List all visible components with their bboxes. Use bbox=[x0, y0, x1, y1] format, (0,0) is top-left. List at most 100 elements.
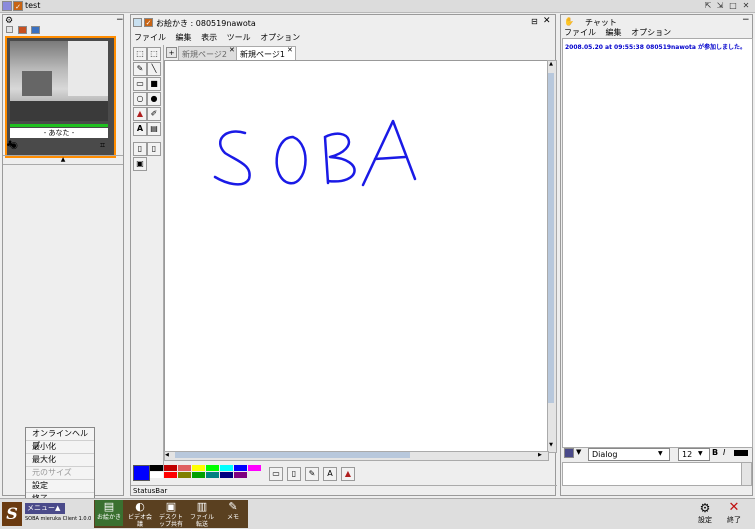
dropdown-arrow-icon[interactable]: ▼ bbox=[576, 448, 581, 456]
chat-menu-file[interactable]: ファイル bbox=[564, 28, 596, 37]
user-label: - あなた - bbox=[10, 128, 108, 138]
lasso-icon[interactable]: ⬚ bbox=[147, 47, 161, 61]
palette-color-swatch[interactable] bbox=[234, 472, 247, 478]
brush-icon[interactable]: ✎ bbox=[305, 467, 319, 481]
monitor-icon[interactable] bbox=[31, 26, 40, 34]
tab-page1[interactable]: 新規ページ1 ✕ bbox=[236, 46, 296, 61]
text-tool-icon[interactable]: A bbox=[133, 122, 147, 136]
gear-icon[interactable]: ⚙ bbox=[5, 16, 13, 26]
eyedropper-icon[interactable]: ✐ bbox=[147, 107, 161, 121]
checkbox-icon: ✓ bbox=[144, 18, 153, 27]
stroke-o bbox=[275, 135, 307, 185]
palette-color-swatch[interactable] bbox=[206, 472, 219, 478]
page-icon[interactable]: ▯ bbox=[287, 467, 301, 481]
palette-color-swatch[interactable] bbox=[220, 472, 233, 478]
tab-close-icon[interactable]: ✕ bbox=[229, 46, 235, 54]
tab-close-icon[interactable]: ✕ bbox=[287, 46, 293, 54]
palette-color-swatch[interactable] bbox=[150, 465, 163, 471]
palette-color-swatch[interactable] bbox=[164, 472, 177, 478]
pin-icon[interactable]: + bbox=[166, 47, 177, 58]
select-rect-icon[interactable]: ⬚ bbox=[133, 47, 147, 61]
grid-icon[interactable] bbox=[6, 26, 13, 33]
menu-file[interactable]: ファイル bbox=[134, 33, 166, 42]
close-button[interactable]: ✕ bbox=[741, 1, 751, 11]
app-file-transfer[interactable]: ▥ ファイル転送 bbox=[188, 500, 216, 528]
app-memo[interactable]: ✎ メモ bbox=[219, 500, 247, 526]
restore-up-button[interactable]: ⇲ bbox=[715, 1, 725, 11]
horizontal-scrollbar[interactable]: ◀ ▶ bbox=[164, 451, 549, 461]
menu-edit[interactable]: 編集 bbox=[176, 33, 192, 42]
palette-color-swatch[interactable] bbox=[206, 465, 219, 471]
menu-minimize[interactable]: 最小化 bbox=[26, 441, 94, 454]
settings-button[interactable]: ⚙ 設定 bbox=[693, 501, 717, 527]
rectangle-icon[interactable]: ▭ bbox=[133, 77, 147, 91]
soba-logo-icon[interactable]: S bbox=[2, 502, 22, 526]
scroll-left-icon[interactable]: ◀ bbox=[165, 452, 173, 458]
chat-icon: ✋ bbox=[564, 17, 574, 26]
close-icon[interactable]: ✕ bbox=[543, 16, 551, 26]
camera-icon[interactable] bbox=[18, 26, 27, 34]
menu-maximize[interactable]: 最大化 bbox=[26, 454, 94, 467]
chat-menu-options[interactable]: オプション bbox=[631, 28, 671, 37]
color-picker-icon[interactable] bbox=[564, 448, 574, 458]
palette-color-swatch[interactable] bbox=[164, 465, 177, 471]
app-desktop-share[interactable]: ▣ デスクトップ共有 bbox=[157, 500, 185, 528]
vertical-scroll-thumb[interactable] bbox=[548, 73, 554, 403]
palette-color-swatch[interactable] bbox=[234, 465, 247, 471]
chat-input[interactable] bbox=[562, 462, 742, 486]
font-size-select[interactable]: 12 ▼ bbox=[678, 448, 710, 461]
horizontal-scroll-thumb[interactable] bbox=[175, 452, 410, 458]
palette-color-swatch[interactable] bbox=[150, 472, 163, 478]
exit-button[interactable]: ✕ 終了 bbox=[722, 501, 746, 527]
desktop-app-icon: ▣ bbox=[165, 500, 177, 513]
ellipse-icon[interactable]: ○ bbox=[133, 92, 147, 106]
screenshot-icon[interactable]: ▣ bbox=[133, 157, 147, 171]
restore-down-button[interactable]: ⇱ bbox=[703, 1, 713, 11]
expand-icon[interactable]: ⌗ bbox=[100, 141, 105, 151]
app-video[interactable]: ◐ ビデオ会議 bbox=[126, 500, 154, 528]
line-icon[interactable]: ╲ bbox=[147, 62, 161, 76]
menu-online-help[interactable]: オンラインヘルプ bbox=[26, 428, 94, 450]
chat-input-scrollbar[interactable] bbox=[741, 462, 752, 486]
text-color-swatch[interactable] bbox=[734, 450, 748, 456]
font-select[interactable]: Dialog ▼ bbox=[588, 448, 670, 461]
menu-button[interactable]: メニュー▲ bbox=[25, 503, 65, 514]
text-box-icon[interactable]: A bbox=[323, 467, 337, 481]
palette-color-swatch[interactable] bbox=[220, 465, 233, 471]
popout-icon[interactable]: ⊟ bbox=[531, 17, 538, 26]
fill-icon[interactable]: ▭ bbox=[269, 467, 283, 481]
copy-page-icon[interactable]: ▯ bbox=[147, 142, 161, 156]
stamp-tool-icon[interactable]: ▲ bbox=[341, 467, 355, 481]
image-icon[interactable]: ▤ bbox=[147, 122, 161, 136]
palette-color-swatch[interactable] bbox=[248, 465, 261, 471]
new-page-icon[interactable]: ▯ bbox=[133, 142, 147, 156]
bold-button[interactable]: B bbox=[712, 448, 718, 457]
menu-options[interactable]: オプション bbox=[260, 33, 300, 42]
filled-ellipse-icon[interactable]: ● bbox=[147, 92, 161, 106]
scroll-right-icon[interactable]: ▶ bbox=[538, 452, 546, 458]
scroll-up-icon[interactable]: ▲ bbox=[548, 61, 554, 69]
filled-rectangle-icon[interactable]: ■ bbox=[147, 77, 161, 91]
collapse-arrow[interactable]: ▲ bbox=[3, 155, 123, 165]
menu-tools[interactable]: ツール bbox=[227, 33, 251, 42]
stamp-icon[interactable]: ▲ bbox=[133, 107, 147, 121]
italic-button[interactable]: I bbox=[723, 448, 725, 457]
menu-settings[interactable]: 設定 bbox=[26, 480, 94, 493]
chat-menu-edit[interactable]: 編集 bbox=[606, 28, 622, 37]
current-color[interactable] bbox=[133, 465, 150, 481]
drawing-canvas[interactable] bbox=[164, 60, 549, 453]
maximize-button[interactable]: □ bbox=[728, 1, 738, 11]
menu-view[interactable]: 表示 bbox=[201, 33, 217, 42]
palette-color-swatch[interactable] bbox=[192, 472, 205, 478]
palette-color-swatch[interactable] bbox=[178, 465, 191, 471]
app-drawing[interactable]: ▤ お絵かき bbox=[95, 500, 123, 526]
pencil-icon[interactable]: ✎ bbox=[133, 62, 147, 76]
popup-menu: オンラインヘルプ 最小化 最大化 元のサイズ 設定 終了 bbox=[25, 427, 95, 503]
minimize-icon[interactable]: − bbox=[742, 15, 750, 25]
vertical-scrollbar[interactable]: ▲ ▼ bbox=[547, 60, 557, 453]
user-icon[interactable]: ♣ bbox=[6, 140, 14, 150]
minimize-icon[interactable]: − bbox=[116, 15, 124, 25]
scroll-down-icon[interactable]: ▼ bbox=[548, 442, 554, 450]
palette-color-swatch[interactable] bbox=[178, 472, 191, 478]
palette-color-swatch[interactable] bbox=[192, 465, 205, 471]
